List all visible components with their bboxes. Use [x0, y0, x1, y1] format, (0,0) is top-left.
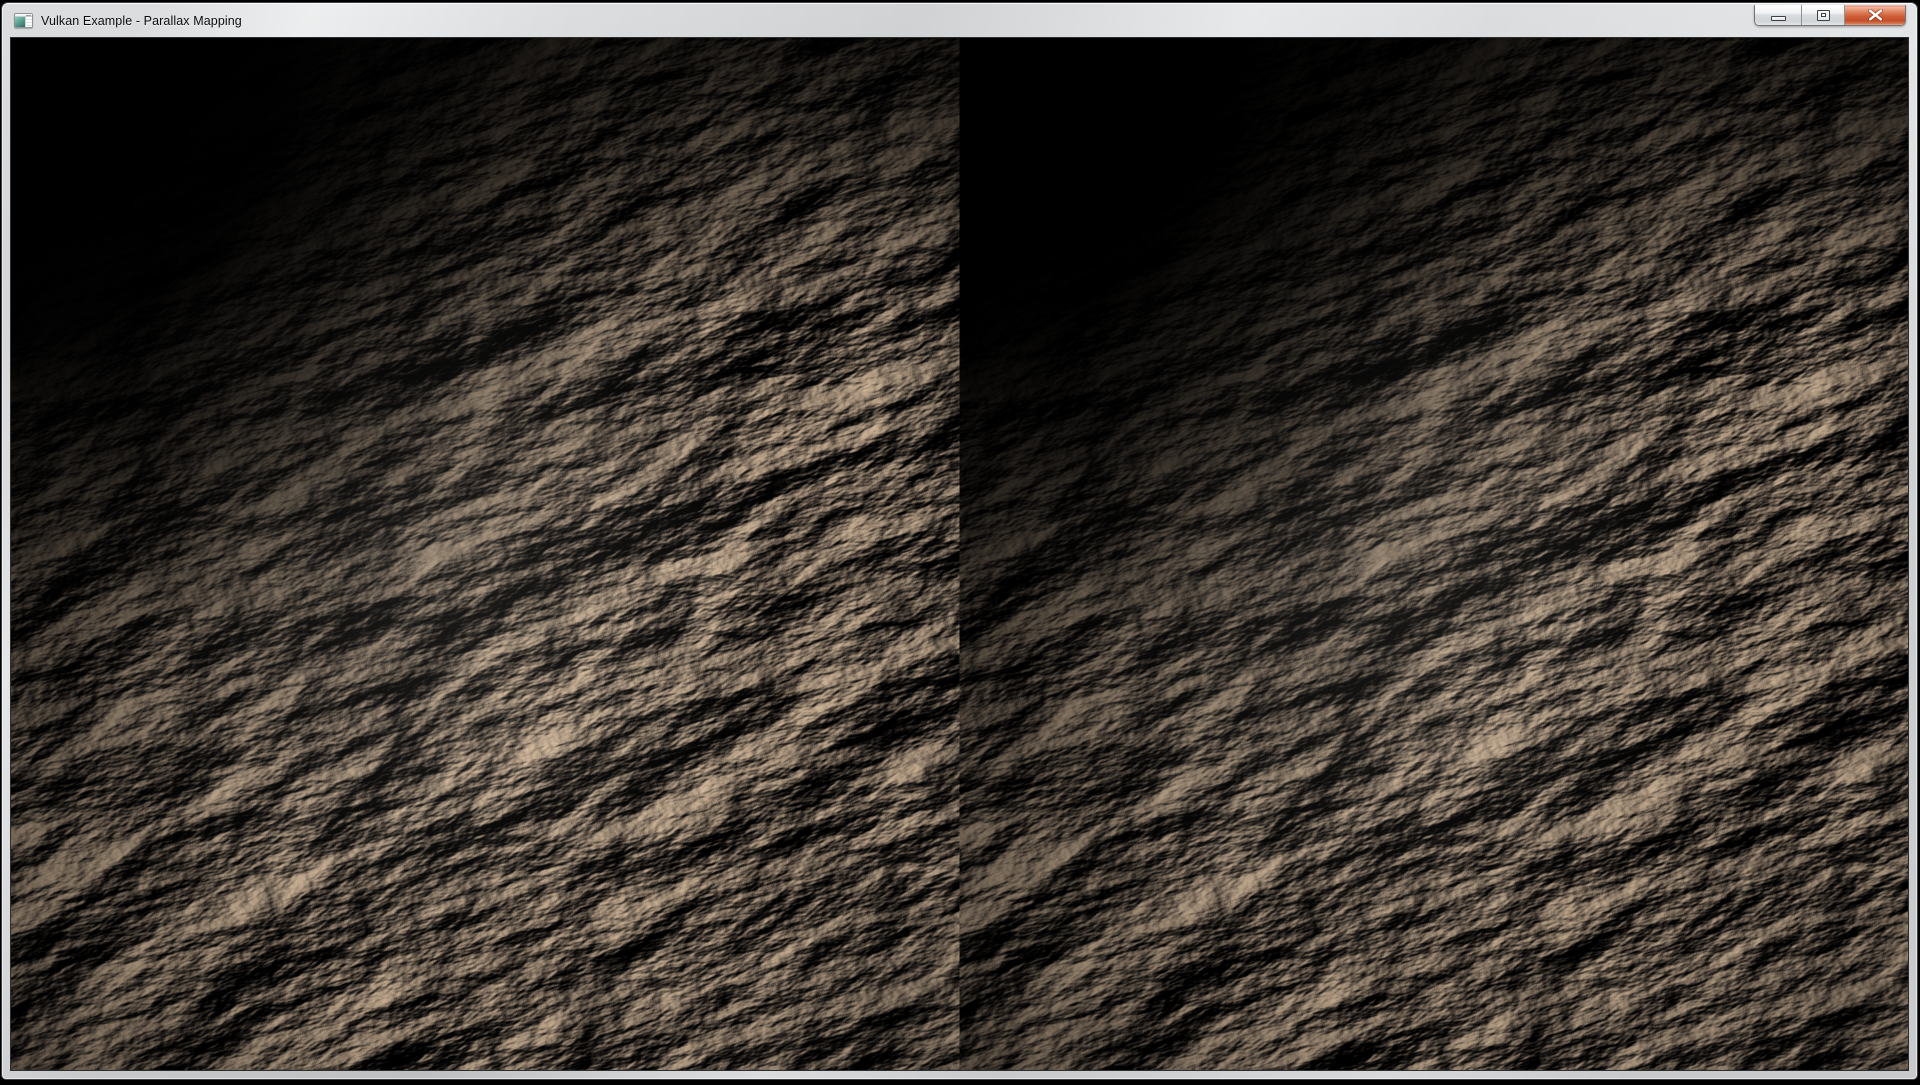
maximize-button[interactable] [1801, 5, 1844, 25]
render-viewport[interactable] [10, 37, 1909, 1071]
app-icon[interactable] [14, 13, 33, 28]
render-right-tone [960, 38, 1909, 1070]
close-button[interactable] [1844, 5, 1905, 25]
close-icon [1868, 9, 1883, 21]
titlebar[interactable]: Vulkan Example - Parallax Mapping [3, 4, 1916, 37]
window-controls [1754, 5, 1906, 26]
app-icon-teal-pane [15, 17, 26, 28]
vulkan-example-window: Vulkan Example - Parallax Mapping [1, 2, 1918, 1080]
parallax-render-canvas[interactable] [11, 38, 1908, 1070]
desktop-background: Vulkan Example - Parallax Mapping [0, 0, 1920, 1085]
maximize-icon [1817, 10, 1830, 21]
window-title: Vulkan Example - Parallax Mapping [41, 14, 242, 28]
app-icon-light-pane [26, 17, 32, 28]
minimize-icon [1771, 16, 1786, 21]
minimize-button[interactable] [1755, 5, 1801, 25]
app-icon-body [15, 17, 32, 28]
app-icon-titlebar [15, 14, 32, 17]
